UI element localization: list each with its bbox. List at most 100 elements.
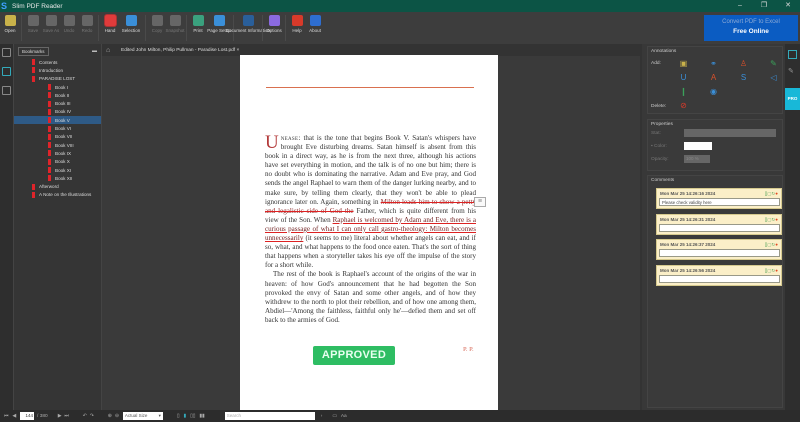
link-tool-icon[interactable]: ⚭ [709, 59, 718, 68]
next-page-button[interactable]: ▶ [58, 414, 62, 419]
comments-title: Comments [651, 178, 675, 183]
home-icon[interactable]: ⌂ [106, 47, 116, 54]
comment-card[interactable]: Mon Mar 25 14:26:56 2024 []▢↻● [656, 264, 782, 286]
single-page-view-icon[interactable]: ▯ [177, 414, 180, 419]
toolbar-print-button[interactable]: Print [190, 12, 206, 33]
bookmarks-icon[interactable] [2, 67, 11, 76]
bookmark-item[interactable]: Book III [14, 99, 101, 107]
bookmark-item[interactable]: PARADISE LOST [14, 75, 101, 83]
toolbar-hand-button[interactable]: Hand [102, 12, 118, 33]
comment-card[interactable]: Mon Mar 25 14:26:31 2024 []▢↻● [656, 213, 782, 235]
bookmark-item[interactable]: A Note on the Illustrations [14, 191, 101, 199]
first-page-button[interactable]: ⏮ [4, 413, 8, 419]
two-page-continuous-view-icon[interactable]: ▮▮ [199, 414, 204, 419]
approved-stamp[interactable]: APPROVED [313, 346, 395, 365]
toolbar-redo-button[interactable]: Redo [79, 12, 95, 33]
bookmark-label: Book IX [55, 150, 72, 156]
squiggly-tool-icon[interactable]: A [709, 73, 718, 82]
bookmark-item[interactable]: Book VII [14, 133, 101, 141]
stamp-tool-icon[interactable]: ♙ [739, 59, 748, 68]
toolbar-document-information-button[interactable]: Document Information [226, 12, 270, 33]
bookmark-item[interactable]: Book V [14, 116, 101, 125]
bookmark-item[interactable]: Book XI [14, 166, 101, 174]
bookmarks-selector[interactable]: Bookmarks [18, 46, 49, 56]
pdf-page[interactable]: Unease: that is the tone that begins Boo… [240, 55, 498, 410]
bookmark-item[interactable]: Book X [14, 158, 101, 166]
prev-page-button[interactable]: ◀ [12, 414, 16, 419]
comment-input[interactable] [659, 274, 780, 283]
toolbar-label: Help [292, 28, 302, 33]
rotate-left-icon[interactable]: ↶ [83, 414, 87, 419]
toolbar-options-button[interactable]: Options [266, 12, 282, 33]
attachment-tool-icon[interactable]: ❙ [679, 87, 688, 96]
toolbar-selection-button[interactable]: Selection [120, 12, 142, 33]
toolbar-copy-button[interactable]: Copy [149, 12, 165, 33]
bookmark-item[interactable]: Book I [14, 83, 101, 91]
toolbar-open-button[interactable]: Open [2, 12, 18, 33]
bookmark-item[interactable]: Introduction [14, 66, 101, 74]
bookmark-item[interactable]: Book II [14, 91, 101, 99]
edit-panel-icon[interactable]: ✎ [788, 67, 797, 76]
toolbar-save-as-button[interactable]: Save As [43, 12, 59, 33]
document-tab[interactable]: Edited John Milton, Philip Pullman - Par… [121, 48, 239, 53]
toolbar-help-button[interactable]: Help [289, 12, 305, 33]
match-case-icon[interactable]: ▭ [332, 414, 337, 419]
comment-actions[interactable]: []▢↻● [765, 191, 778, 197]
comment-input[interactable] [659, 223, 780, 232]
pro-button[interactable]: PRO [785, 88, 800, 110]
toolbar-undo-button[interactable]: Undo [61, 12, 77, 33]
comment-input[interactable]: Please check validity here [659, 198, 780, 206]
app-logo-icon: S [1, 1, 8, 11]
toolbar-save-button[interactable]: Save [25, 12, 41, 33]
highlight-tool-icon[interactable]: ✎ [769, 59, 778, 68]
close-button[interactable]: ✕ [776, 0, 800, 12]
shape-tool-icon[interactable]: ◁ [769, 73, 778, 82]
thumbnails-icon[interactable] [2, 48, 11, 57]
zoom-in-icon[interactable]: ⊕ [108, 414, 112, 419]
bookmark-item[interactable]: Afterword [14, 182, 101, 190]
search-next-button[interactable]: › [321, 414, 323, 419]
comment-actions[interactable]: []▢↻● [765, 242, 778, 248]
sticky-note-icon[interactable]: ≡ [474, 197, 486, 207]
minimize-button[interactable]: – [728, 0, 752, 12]
bookmark-item[interactable]: Book VI [14, 124, 101, 132]
zoom-select[interactable]: Actual Size ▾ [122, 412, 163, 420]
state-dropdown[interactable] [684, 129, 776, 137]
opacity-input[interactable]: 100 % [684, 155, 710, 163]
continuous-view-icon[interactable]: ▮ [184, 414, 187, 419]
search-input[interactable]: Search [224, 412, 315, 420]
panel-menu-icon[interactable]: ▬ [92, 48, 97, 54]
toolbar-snapshot-button[interactable]: Snapshot [166, 12, 185, 33]
bookmark-item[interactable]: Contents [14, 58, 101, 66]
bookmark-label: Book V [55, 117, 70, 123]
zoom-out-icon[interactable]: ⊖ [115, 414, 119, 419]
comment-card[interactable]: Mon Mar 25 14:26:37 2024 []▢↻● [656, 239, 782, 260]
delete-annotation-icon[interactable]: ⊘ [679, 101, 688, 110]
lock-tool-icon[interactable]: ◉ [709, 87, 718, 96]
maximize-button[interactable]: ❐ [752, 0, 776, 12]
strikethrough-tool-icon[interactable]: S [739, 73, 748, 82]
comment-actions[interactable]: []▢↻● [765, 217, 778, 223]
convert-pdf-to-excel-button[interactable]: Convert PDF to Excel Free Online [704, 15, 798, 41]
rotate-right-icon[interactable]: ↷ [90, 414, 94, 419]
toolbar-about-button[interactable]: About [307, 12, 323, 33]
page-number-input[interactable]: 144 [20, 412, 35, 420]
bookmark-item[interactable]: Book XII [14, 174, 101, 182]
comment-input[interactable] [659, 249, 780, 257]
comment-card[interactable]: Mon Mar 25 14:26:16 2024 []▢↻● Please chec… [656, 188, 782, 209]
sticky-note-tool-icon[interactable]: ▣ [679, 59, 688, 68]
bookmark-item[interactable]: Book IX [14, 149, 101, 157]
underline-tool-icon[interactable]: U [679, 73, 688, 82]
match-case-toggle[interactable]: Aa [341, 414, 347, 419]
attachments-icon[interactable] [2, 86, 11, 95]
tab-close-icon[interactable]: × [236, 48, 239, 53]
color-swatch[interactable] [684, 142, 712, 150]
toolbar-divider [262, 15, 263, 41]
last-page-button[interactable]: ⏭ [64, 413, 68, 419]
comment-actions[interactable]: []▢↻● [765, 268, 778, 274]
bookmark-item[interactable]: Book IV [14, 108, 101, 116]
bookmark-icon [32, 75, 35, 82]
bookmark-item[interactable]: Book VIII [14, 141, 101, 149]
document-panel-icon[interactable] [788, 50, 797, 59]
two-page-view-icon[interactable]: ▯▯ [190, 414, 195, 419]
